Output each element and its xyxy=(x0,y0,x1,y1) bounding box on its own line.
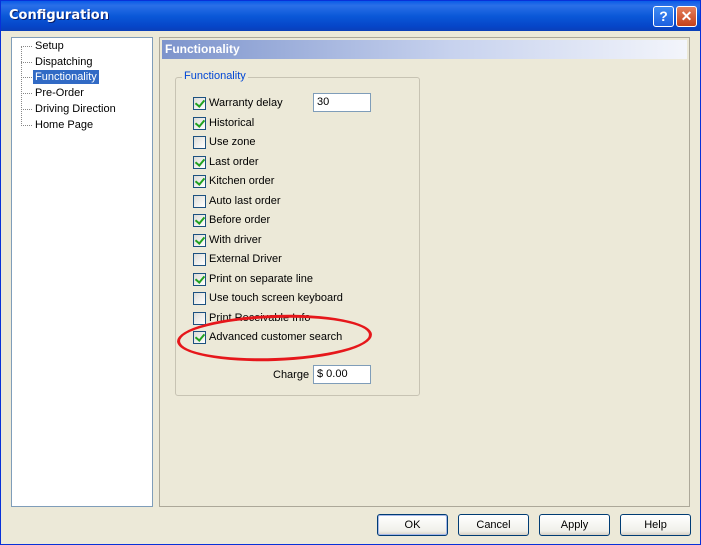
tree-item-functionality[interactable]: Functionality xyxy=(12,70,152,85)
checkbox[interactable] xyxy=(193,195,206,208)
panel-header: Functionality xyxy=(162,40,687,59)
navigation-tree: Setup Dispatching Functionality Pre-Orde… xyxy=(11,37,153,507)
charge-input[interactable]: $ 0.00 xyxy=(313,365,371,384)
configuration-dialog: Configuration ? ✕ Setup Dispatching Func… xyxy=(0,0,701,545)
checkbox[interactable] xyxy=(193,292,206,305)
checkbox[interactable] xyxy=(193,156,206,169)
checkbox[interactable] xyxy=(193,97,206,110)
tree-item-label: Pre-Order xyxy=(35,87,84,99)
tree-line xyxy=(21,46,32,47)
tree-item-label: Driving Direction xyxy=(35,103,116,115)
tree-item-label: Setup xyxy=(35,40,64,52)
charge-label: Charge xyxy=(273,369,310,381)
checkbox[interactable] xyxy=(193,117,206,130)
option-label: Auto last order xyxy=(209,195,281,207)
warranty-delay-input[interactable]: 30 xyxy=(313,93,371,112)
option-label: Last order xyxy=(209,156,259,168)
tree-item-setup[interactable]: Setup xyxy=(12,39,152,54)
option-label: Use touch screen keyboard xyxy=(209,292,343,304)
option-label: Historical xyxy=(209,117,255,129)
tree-item-pre-order[interactable]: Pre-Order xyxy=(12,86,152,101)
help-button[interactable]: Help xyxy=(620,514,691,536)
tree-item-dispatching[interactable]: Dispatching xyxy=(12,55,152,70)
option-label: Print on separate line xyxy=(209,273,313,285)
option-label: With driver xyxy=(209,234,262,246)
tree-line xyxy=(21,125,32,126)
cancel-button[interactable]: Cancel xyxy=(458,514,529,536)
window-title: Configuration xyxy=(9,8,109,23)
checkbox[interactable] xyxy=(193,175,206,188)
tree-line xyxy=(21,62,32,63)
option-label: Use zone xyxy=(209,136,256,148)
close-icon[interactable]: ✕ xyxy=(676,6,697,27)
checkbox[interactable] xyxy=(193,136,206,149)
tree-line xyxy=(21,77,32,78)
checkbox[interactable] xyxy=(193,214,206,227)
help-icon[interactable]: ? xyxy=(653,6,674,27)
ok-button[interactable]: OK xyxy=(377,514,448,536)
checkbox[interactable] xyxy=(193,234,206,247)
tree-item-driving-direction[interactable]: Driving Direction xyxy=(12,102,152,117)
checkbox[interactable] xyxy=(193,312,206,325)
tree-item-label: Home Page xyxy=(35,119,94,131)
tree-line xyxy=(21,93,32,94)
apply-button[interactable]: Apply xyxy=(539,514,610,536)
option-label: Warranty delay xyxy=(209,97,283,109)
option-label: External Driver xyxy=(209,253,282,265)
title-bar[interactable]: Configuration ? ✕ xyxy=(1,1,700,31)
checkbox[interactable] xyxy=(193,253,206,266)
option-label: Before order xyxy=(209,214,271,226)
group-title: Functionality xyxy=(182,70,248,82)
tree-item-label: Functionality xyxy=(33,70,99,84)
tree-line xyxy=(21,109,32,110)
option-label: Kitchen order xyxy=(209,175,275,187)
tree-item-home-page[interactable]: Home Page xyxy=(12,118,152,133)
tree-item-label: Dispatching xyxy=(35,56,93,68)
panel-title: Functionality xyxy=(165,42,240,56)
checkbox[interactable] xyxy=(193,273,206,286)
